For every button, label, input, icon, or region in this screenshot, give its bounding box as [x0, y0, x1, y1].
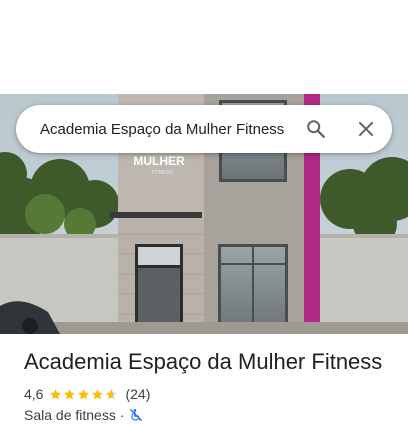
- place-info: Academia Espaço da Mulher Fitness 4,6 (2…: [24, 348, 396, 424]
- star-rating: [49, 388, 119, 401]
- separator: ·: [119, 407, 125, 423]
- rating-value: 4,6: [24, 386, 44, 402]
- review-count[interactable]: (24): [125, 386, 150, 402]
- place-name[interactable]: Academia Espaço da Mulher Fitness: [24, 348, 396, 376]
- close-button[interactable]: [354, 117, 378, 141]
- star-icon: [64, 388, 76, 399]
- search-icon: [307, 120, 325, 138]
- rating-row[interactable]: 4,6 (24): [24, 385, 396, 403]
- sign-main-text: MULHER: [133, 154, 185, 168]
- not-wheelchair-accessible-icon: [129, 408, 143, 422]
- close-icon: [359, 122, 373, 136]
- place-category[interactable]: Sala de fitness: [24, 407, 116, 423]
- category-row: Sala de fitness ·: [24, 406, 396, 424]
- star-icon: [50, 388, 62, 399]
- search-input[interactable]: [40, 120, 287, 138]
- star-icon: [92, 388, 104, 399]
- sign-sub-text: FITNESS: [151, 170, 173, 176]
- search-box[interactable]: [16, 105, 392, 153]
- search-button[interactable]: [304, 117, 328, 141]
- star-icon: [106, 388, 118, 399]
- star-icon: [78, 388, 90, 399]
